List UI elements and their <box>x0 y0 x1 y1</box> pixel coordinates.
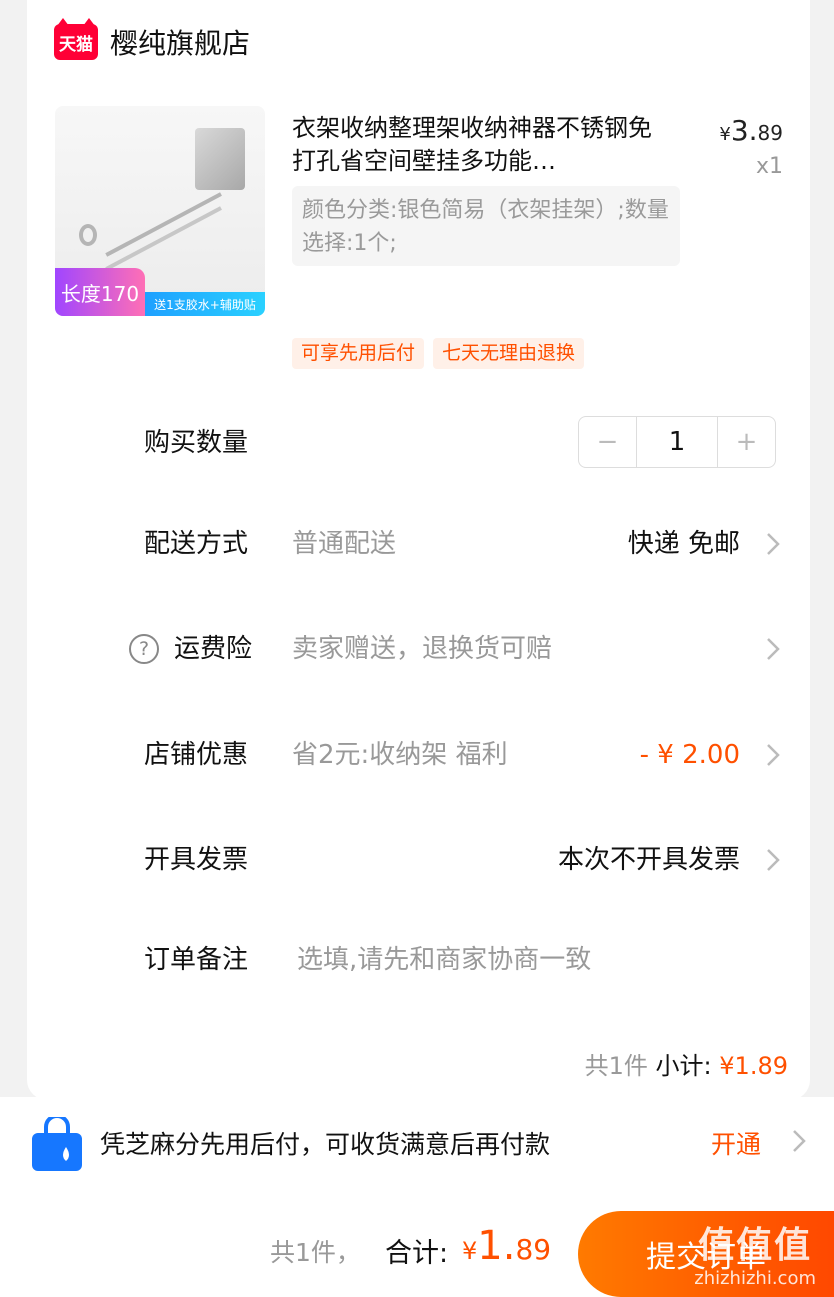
product-quantity: x1 <box>755 154 783 179</box>
subtotal-count: 共1件 <box>584 1052 648 1080</box>
note-row: 订单备注 选填,请先和商家协商一致 <box>27 930 810 990</box>
shop-name[interactable]: 樱纯旗舰店 <box>110 22 250 62</box>
chevron-right-icon <box>767 744 780 766</box>
discount-amount: - ¥ 2.00 <box>639 740 740 770</box>
invoice-value: 本次不开具发票 <box>557 845 740 875</box>
insurance-label: 运费险 <box>174 634 253 664</box>
quantity-stepper[interactable]: − 1 + <box>578 416 776 468</box>
gift-banner: 送1支胶水+辅助贴 <box>145 292 265 316</box>
increment-button[interactable]: + <box>718 417 775 467</box>
sku-selection[interactable]: 颜色分类:银色简易（衣架挂架）;数量选择:1个; <box>292 186 680 266</box>
subtotal-amount: ¥1.89 <box>719 1052 788 1080</box>
service-tags: 可享先用后付 七天无理由退换 <box>292 338 585 369</box>
quantity-label: 购买数量 <box>144 428 249 458</box>
activate-link[interactable]: 开通 <box>711 1125 761 1161</box>
tmall-logo-icon: 天猫 <box>54 18 98 60</box>
total-label: 合计: <box>385 1238 449 1269</box>
pay-later-text: 凭芝麻分先用后付，可收货满意后再付款 <box>100 1130 551 1159</box>
length-tag: 长度170 <box>55 268 145 316</box>
insurance-row[interactable]: ? 运费险 卖家赠送，退换货可赔 <box>27 619 810 679</box>
shop-header[interactable]: 天猫 樱纯旗舰店 <box>54 18 250 62</box>
decrement-button[interactable]: − <box>579 417 636 467</box>
tag-seven-day-return: 七天无理由退换 <box>433 338 585 369</box>
product-price: ¥3.89 <box>719 114 783 147</box>
delivery-value: 快递 免邮 <box>627 529 740 559</box>
discount-row[interactable]: 店铺优惠 省2元:收纳架 福利 - ¥ 2.00 <box>27 725 810 785</box>
delivery-label: 配送方式 <box>144 529 249 559</box>
chevron-right-icon <box>767 533 780 555</box>
checkout-bar: 共1件， 合计: ¥1.89 提交订单 值值值 zhizhizhi.com <box>0 1193 834 1297</box>
invoice-label: 开具发票 <box>144 845 249 875</box>
chevron-right-icon <box>793 1130 806 1152</box>
help-icon[interactable]: ? <box>129 634 159 664</box>
invoice-row[interactable]: 开具发票 本次不开具发票 <box>27 830 810 890</box>
note-input[interactable]: 选填,请先和商家协商一致 <box>297 930 591 990</box>
insurance-desc: 卖家赠送，退换货可赔 <box>292 634 553 664</box>
delivery-row[interactable]: 配送方式 普通配送 快递 免邮 <box>27 514 810 574</box>
product-image[interactable]: 长度170 送1支胶水+辅助贴 <box>55 106 265 316</box>
delivery-type: 普通配送 <box>292 529 397 559</box>
order-card: 天猫 樱纯旗舰店 长度170 送1支胶水+辅助贴 衣架收纳整理架收纳神器不锈钢免… <box>27 0 810 1100</box>
note-label: 订单备注 <box>144 945 249 975</box>
subtotal: 共1件 小计: ¥1.89 <box>585 1046 788 1081</box>
shopping-bag-icon <box>32 1117 82 1171</box>
tag-pay-later: 可享先用后付 <box>292 338 425 369</box>
product-title[interactable]: 衣架收纳整理架收纳神器不锈钢免打孔省空间壁挂多功能… <box>292 112 672 178</box>
chevron-right-icon <box>767 849 780 871</box>
total-amount: ¥1.89 <box>462 1223 552 1269</box>
watermark: 值值值 zhizhizhi.com <box>694 1225 816 1289</box>
subtotal-label: 小计: <box>655 1052 712 1080</box>
discount-desc: 省2元:收纳架 福利 <box>292 740 508 770</box>
discount-label: 店铺优惠 <box>144 740 249 770</box>
chevron-right-icon <box>767 638 780 660</box>
pay-later-banner[interactable]: 凭芝麻分先用后付，可收货满意后再付款 开通 <box>0 1097 834 1193</box>
total-count: 共1件， <box>270 1238 361 1267</box>
quantity-value[interactable]: 1 <box>636 417 718 467</box>
